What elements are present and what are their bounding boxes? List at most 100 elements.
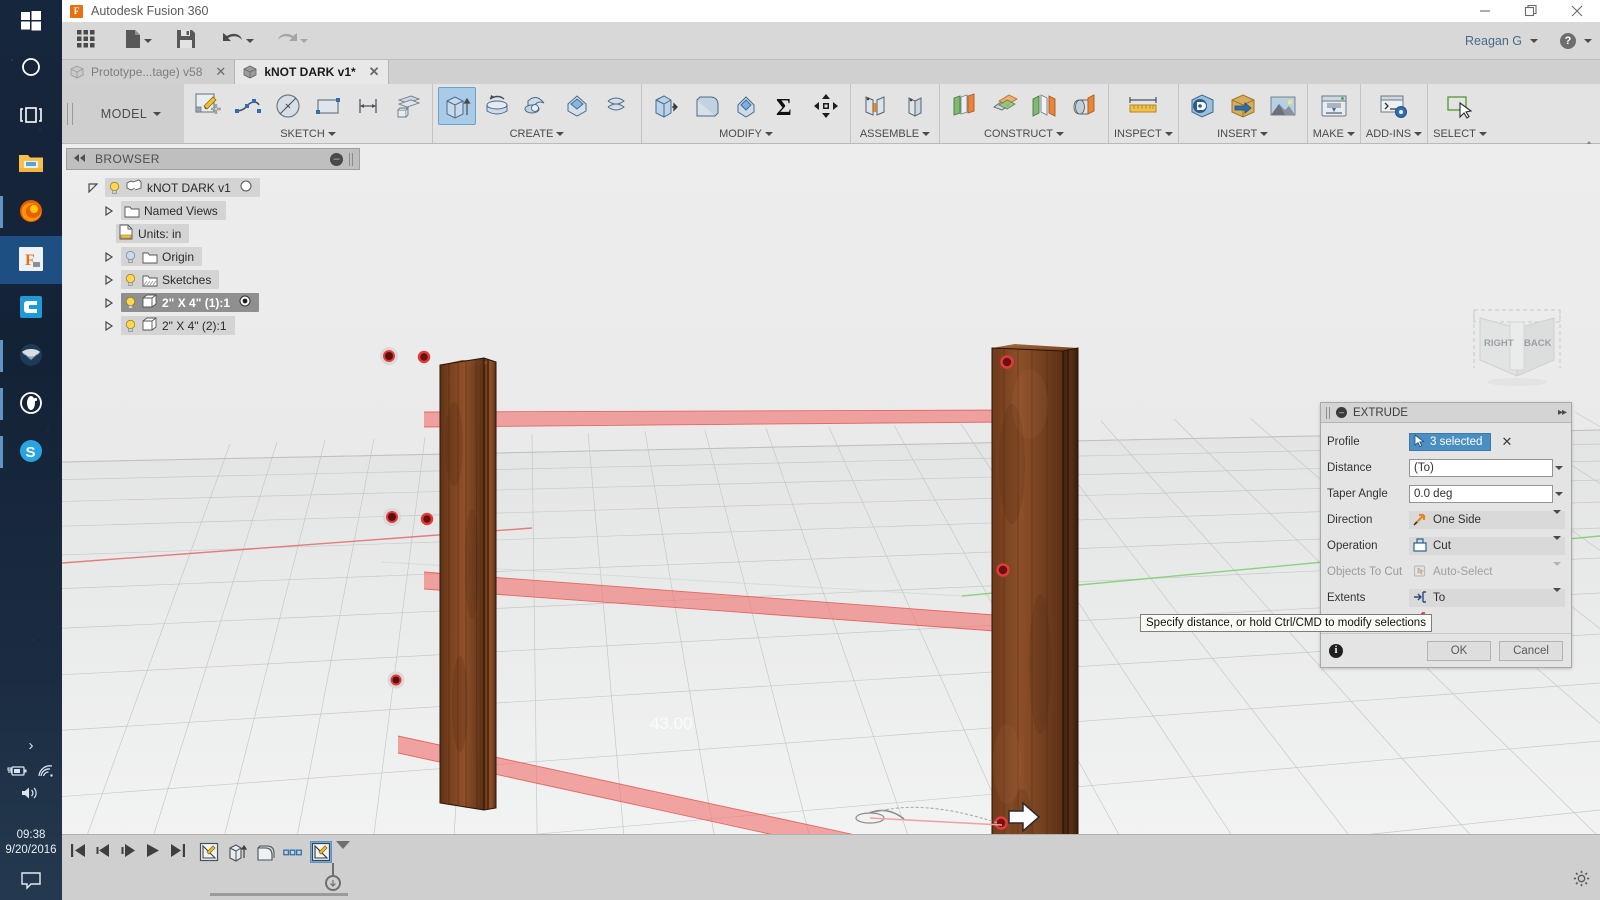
taskbar-item-task-view-button[interactable] [0, 92, 62, 140]
timeline-track[interactable] [210, 893, 348, 896]
taper-angle-input[interactable]: 0.0 deg [1409, 485, 1553, 503]
panel-options-icon[interactable]: – [330, 152, 343, 166]
tree-item-named-views[interactable]: Named Views [66, 199, 360, 222]
document-tab-prototype[interactable]: Prototype...tage) v58 ✕ [62, 60, 236, 84]
tray-chevron-icon[interactable]: › [29, 737, 34, 754]
loft-button[interactable] [558, 87, 596, 125]
insert-mcmaster-button[interactable] [1224, 87, 1262, 125]
chevron-down-icon[interactable] [1584, 39, 1592, 43]
minimize-button[interactable] [1462, 0, 1508, 22]
spline-button[interactable] [229, 87, 267, 125]
visibility-bulb-icon[interactable] [124, 319, 137, 333]
tree-item-sketches[interactable]: Sketches [66, 268, 360, 291]
scripts-addins-button[interactable] [1375, 87, 1413, 125]
action-center-button[interactable] [0, 871, 62, 894]
help-icon[interactable]: ? [1560, 33, 1576, 49]
chevron-down-icon[interactable] [1553, 536, 1561, 552]
operation-dropdown[interactable]: Cut [1409, 536, 1565, 555]
workspace-selector[interactable]: MODEL [78, 84, 184, 143]
axis-button[interactable] [1065, 87, 1103, 125]
ribbon-group-label[interactable]: CREATE [510, 126, 565, 142]
chevron-down-icon[interactable] [300, 38, 308, 43]
ok-button[interactable]: OK [1427, 640, 1491, 661]
play-icon[interactable] [145, 843, 161, 861]
taskbar-item-skype[interactable]: S [0, 428, 62, 476]
ribbon-group-label[interactable]: CONSTRUCT [984, 126, 1065, 142]
taskbar-item-fusion-360[interactable]: F [0, 236, 62, 284]
view-cube[interactable]: RIGHT BACK [1462, 296, 1572, 396]
measure-button[interactable] [1124, 87, 1162, 125]
clear-selection-icon[interactable]: ✕ [1501, 434, 1512, 450]
profile-select-button[interactable]: 3 selected [1409, 433, 1492, 451]
visibility-bulb-icon[interactable] [108, 181, 121, 195]
joint-button[interactable] [896, 87, 934, 125]
sweep-button[interactable] [518, 87, 556, 125]
direction-dropdown[interactable]: One Side [1409, 510, 1565, 529]
move-copy-button[interactable] [807, 87, 845, 125]
press-pull-button[interactable] [647, 87, 685, 125]
midplane-button[interactable] [1025, 87, 1063, 125]
tree-item-units[interactable]: Units: in [66, 222, 360, 245]
distance-input[interactable]: (To) [1409, 459, 1553, 477]
offset-plane-button[interactable] [945, 87, 983, 125]
step-back-icon[interactable] [95, 843, 111, 861]
sketch-dimension-button[interactable] [349, 87, 387, 125]
battery-charging-icon[interactable] [7, 764, 27, 781]
timeline-feature-pattern[interactable] [282, 841, 304, 863]
close-icon[interactable]: ✕ [215, 64, 226, 80]
timeline-settings-button[interactable] [1573, 870, 1590, 890]
ribbon-group-label[interactable]: SKETCH [280, 126, 336, 142]
select-window-button[interactable] [1441, 87, 1479, 125]
tree-item-knot-dark[interactable]: kNOT DARK v1 [66, 176, 360, 199]
save-button[interactable] [170, 26, 202, 56]
extents-dropdown[interactable]: To [1409, 588, 1565, 607]
expander-collapsed-icon[interactable] [102, 320, 116, 331]
collapse-dialog-icon[interactable]: – [1336, 407, 1347, 418]
ribbon-group-label[interactable]: MODIFY [719, 126, 773, 142]
wifi-icon[interactable] [37, 764, 55, 781]
radio-empty-icon[interactable] [240, 180, 252, 195]
taskbar-item-cortana-button[interactable] [0, 44, 62, 92]
tree-item-origin[interactable]: Origin [66, 245, 360, 268]
ribbon-group-label[interactable]: INSERT [1217, 126, 1269, 142]
timeline-feature-fillet[interactable] [254, 841, 276, 863]
ribbon-group-label[interactable]: INSPECT [1114, 126, 1173, 142]
chevron-down-icon[interactable] [144, 38, 152, 43]
new-component-button[interactable] [856, 87, 894, 125]
chevron-down-icon[interactable] [1530, 39, 1538, 43]
visibility-bulb-icon[interactable] [124, 250, 137, 264]
tree-item-2x4-1[interactable]: 2" X 4" (1):1 [66, 291, 360, 314]
visibility-bulb-icon[interactable] [124, 273, 137, 287]
redo-button[interactable] [270, 26, 314, 56]
undo-button[interactable] [216, 26, 260, 56]
expander-collapsed-icon[interactable] [102, 251, 116, 262]
insert-derive-button[interactable] [1184, 87, 1222, 125]
circle-button[interactable] [269, 87, 307, 125]
maximize-button[interactable] [1508, 0, 1554, 22]
document-tab-knot-dark[interactable]: kNOT DARK v1* ✕ [235, 60, 389, 84]
dock-right-icon[interactable]: ▸▸ [1558, 407, 1567, 418]
timeline-feature-sketch-2[interactable] [310, 841, 332, 863]
chamfer-button[interactable] [727, 87, 765, 125]
collapse-left-icon[interactable] [73, 152, 87, 166]
skip-end-icon[interactable] [170, 843, 186, 861]
extrude-button[interactable] [438, 87, 476, 125]
new-document-button[interactable] [118, 26, 158, 56]
skip-start-icon[interactable] [70, 843, 86, 861]
insert-decal-button[interactable] [1264, 87, 1302, 125]
ribbon-group-label[interactable]: ASSEMBLE [860, 126, 931, 142]
taskbar-clock[interactable]: 09:38 9/20/2016 [0, 828, 62, 858]
expander-collapsed-icon[interactable] [102, 205, 116, 216]
taskbar-item-opera[interactable] [0, 380, 62, 428]
info-icon[interactable]: i [1329, 643, 1343, 658]
timeline-feature-sketch-1[interactable] [198, 841, 220, 863]
revolve-button[interactable] [478, 87, 516, 125]
timeline-feature-extrude[interactable] [226, 841, 248, 863]
chevron-down-icon[interactable] [1553, 588, 1561, 604]
chevron-down-icon[interactable] [1553, 492, 1565, 496]
fillet-button[interactable] [687, 87, 725, 125]
ribbon-group-label[interactable]: ADD-INS [1366, 126, 1423, 142]
chevron-down-icon[interactable] [1553, 466, 1565, 470]
app-grid-button[interactable] [70, 26, 102, 56]
chevron-down-icon[interactable] [1553, 510, 1561, 526]
